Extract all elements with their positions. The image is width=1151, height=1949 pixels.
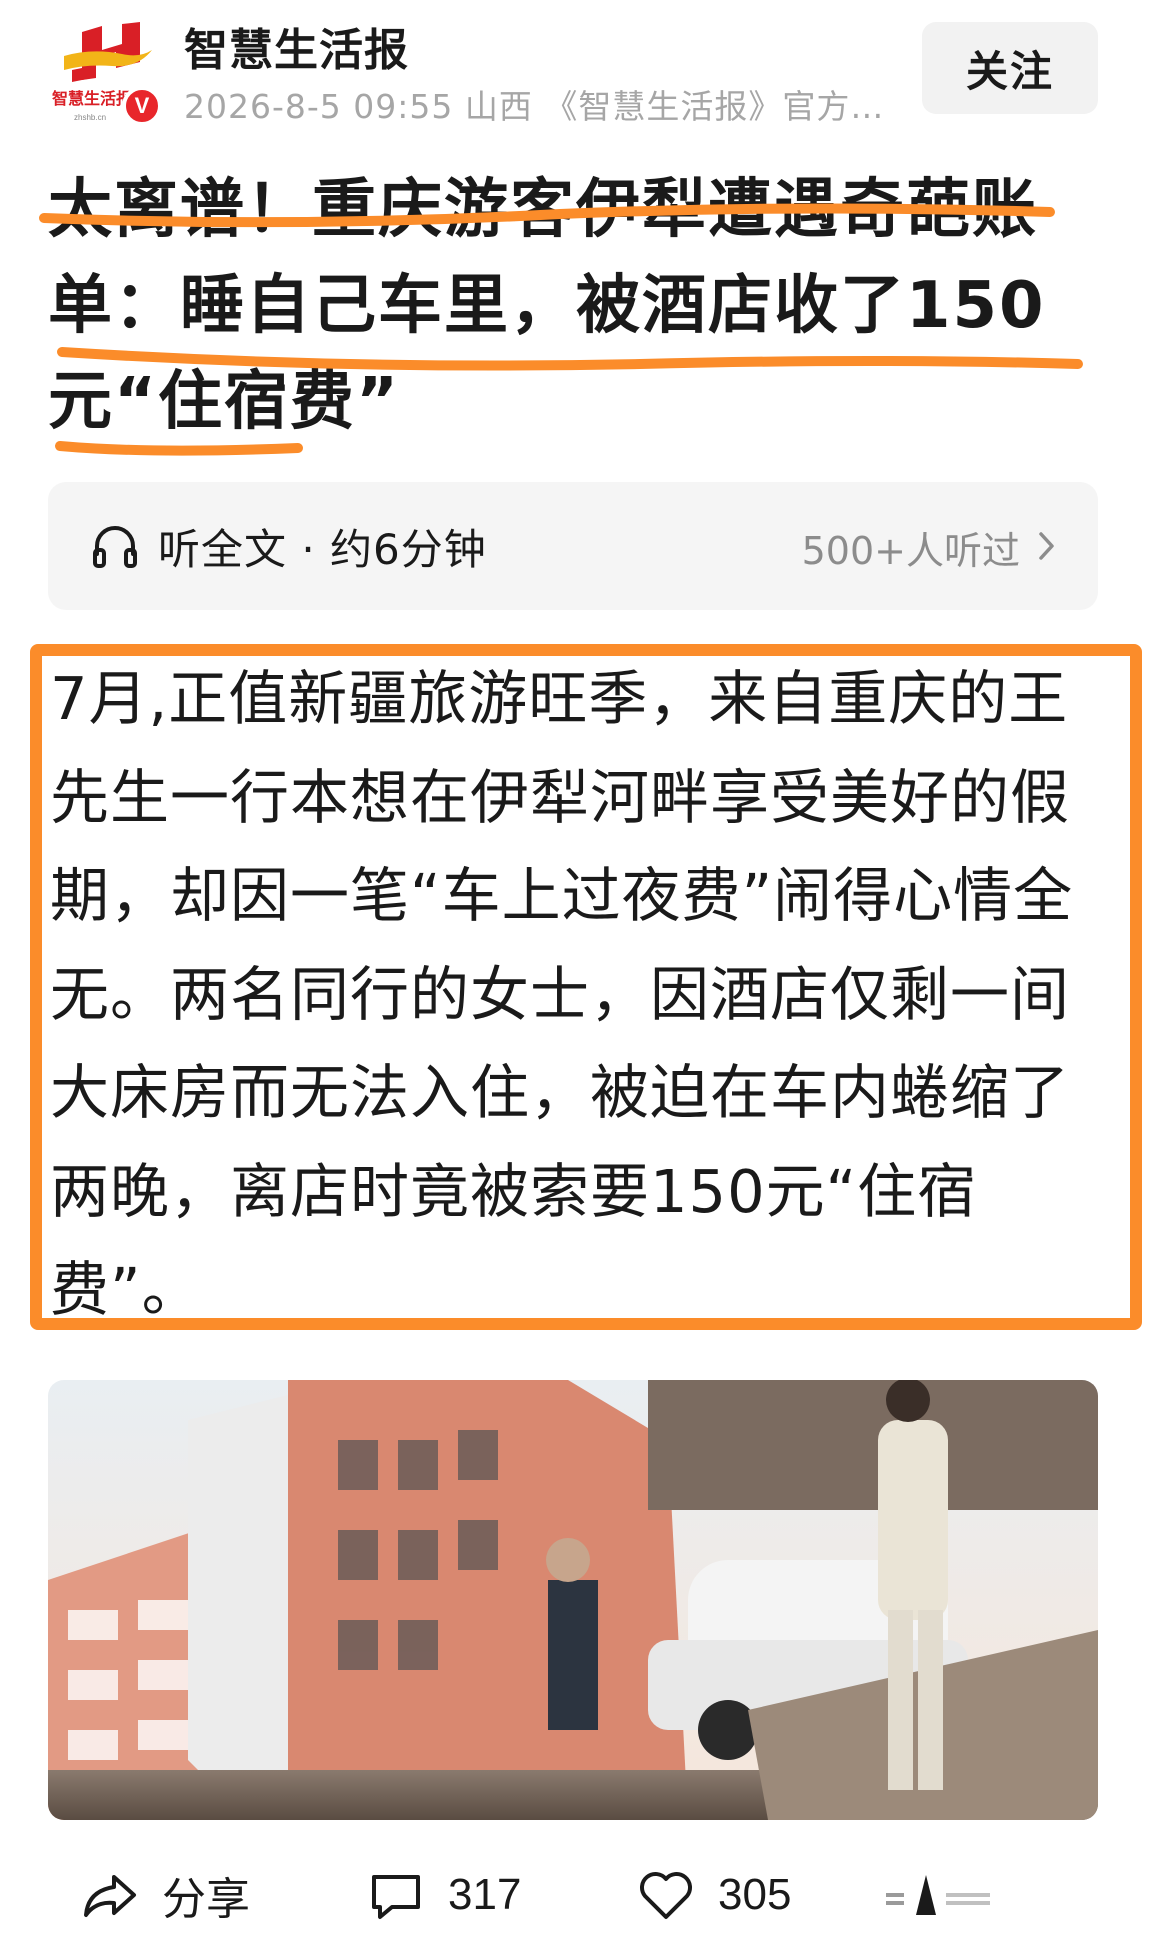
share-icon: [84, 1875, 136, 1917]
listen-label: 听全文 · 约6分钟: [158, 525, 487, 574]
like-count: 305: [718, 1870, 792, 1919]
comment-count: 317: [448, 1870, 522, 1919]
bottom-action-bar: 分享 317 305: [0, 1840, 1151, 1949]
comment-button[interactable]: 317: [366, 1860, 521, 1930]
share-button[interactable]: 分享: [80, 1860, 250, 1930]
share-label: 分享: [162, 1875, 250, 1924]
author-name[interactable]: 智慧生活报: [184, 14, 409, 78]
headphones-icon: [93, 526, 137, 568]
article-title: 太离谱！重庆游客伊犁遭遇奇葩账单：睡自己车里，被酒店收了150元“住宿费”: [48, 173, 1046, 439]
author-header: 智慧生活报 zhshb.cn V 智慧生活报 2026-8-5 09:55 山西…: [0, 0, 1151, 150]
chevron-right-icon: [1039, 532, 1054, 560]
more-icon: [886, 1875, 990, 1915]
post-meta: 2026-8-5 09:55 山西 《智慧生活报》官方…: [184, 87, 885, 126]
svg-text:zhshb.cn: zhshb.cn: [74, 113, 106, 122]
listen-count: 500+人听过: [801, 529, 1020, 573]
article-photo[interactable]: [48, 1380, 1098, 1820]
verified-badge: V: [122, 86, 162, 126]
article-paragraph: 7月,正值新疆旅游旺季，来自重庆的王先生一行本想在伊犁河畔享受美好的假期，却因一…: [50, 664, 1074, 1324]
listen-full-text-bar[interactable]: 听全文 · 约6分钟 500+人听过: [48, 482, 1098, 610]
more-button[interactable]: [880, 1860, 1030, 1930]
follow-button[interactable]: 关注: [922, 22, 1098, 114]
comment-icon: [372, 1875, 420, 1919]
svg-text:智慧生活报: 智慧生活报: [52, 89, 132, 108]
like-button[interactable]: 305: [636, 1860, 791, 1930]
heart-icon: [640, 1872, 692, 1919]
